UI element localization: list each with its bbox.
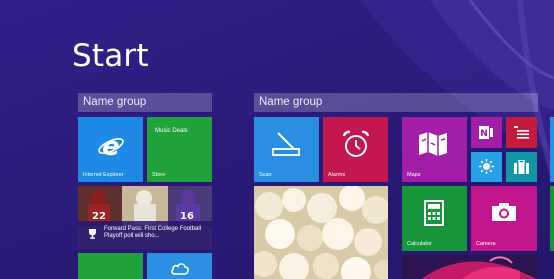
tile-label: Scan xyxy=(259,172,272,178)
tile-weather[interactable] xyxy=(471,152,502,182)
map-icon xyxy=(418,131,448,159)
onenote-icon: N xyxy=(479,125,494,142)
tile-store[interactable]: Music Deals Store xyxy=(147,117,212,182)
tile-reading-list[interactable] xyxy=(506,117,537,148)
tile-onedrive[interactable] xyxy=(147,253,212,279)
tile-news[interactable]: 22 16 Forward Pass: First College Footba… xyxy=(78,186,212,249)
scanner-icon xyxy=(272,131,300,159)
sun-icon xyxy=(479,159,494,176)
tile-camera[interactable]: Camera xyxy=(471,186,537,251)
tile-scan[interactable]: Scan xyxy=(254,117,319,182)
popcorn-photo xyxy=(254,186,388,279)
news-headline: Forward Pass: First College Football Pla… xyxy=(104,226,202,239)
tile-offscreen-edge[interactable] xyxy=(550,186,554,251)
alarm-clock-icon xyxy=(341,129,371,161)
start-title: Start xyxy=(72,38,149,74)
tile-travel[interactable] xyxy=(506,152,537,182)
tile-label: Store xyxy=(152,172,166,178)
tile-label: Maps xyxy=(407,172,421,178)
tile-label: Alarms xyxy=(328,172,346,178)
tile-photos[interactable] xyxy=(254,186,388,279)
tile-label: Calculator xyxy=(407,241,432,247)
tile-label: Camera xyxy=(476,241,496,247)
suitcase-icon xyxy=(514,159,529,176)
tile-offscreen-edge[interactable] xyxy=(550,117,554,182)
tile-onenote[interactable]: N xyxy=(471,117,502,148)
tile-calculator[interactable]: Calculator xyxy=(402,186,467,251)
internet-explorer-icon: e xyxy=(98,132,124,162)
trophy-icon xyxy=(87,228,98,241)
store-promo-text: Music Deals xyxy=(155,128,188,134)
tile-partial-green[interactable] xyxy=(78,253,143,279)
tile-photo-flower[interactable] xyxy=(402,255,537,279)
svg-text:e: e xyxy=(102,133,120,159)
cloud-icon xyxy=(171,261,189,277)
news-caption-bar: Forward Pass: First College Football Pla… xyxy=(78,221,212,249)
svg-text:N: N xyxy=(480,129,488,139)
tile-internet-explorer[interactable]: e Internet Explorer xyxy=(78,117,143,182)
flower-photo xyxy=(402,255,537,279)
reading-list-icon xyxy=(514,126,529,141)
group-header-2[interactable]: Name group xyxy=(254,93,538,112)
camera-icon xyxy=(491,202,517,224)
tile-label: Internet Explorer xyxy=(83,172,124,178)
tile-maps[interactable]: Maps xyxy=(402,117,467,182)
calculator-icon xyxy=(424,200,444,228)
tile-alarms[interactable]: Alarms xyxy=(323,117,388,182)
group-header-1[interactable]: Name group xyxy=(78,93,212,112)
